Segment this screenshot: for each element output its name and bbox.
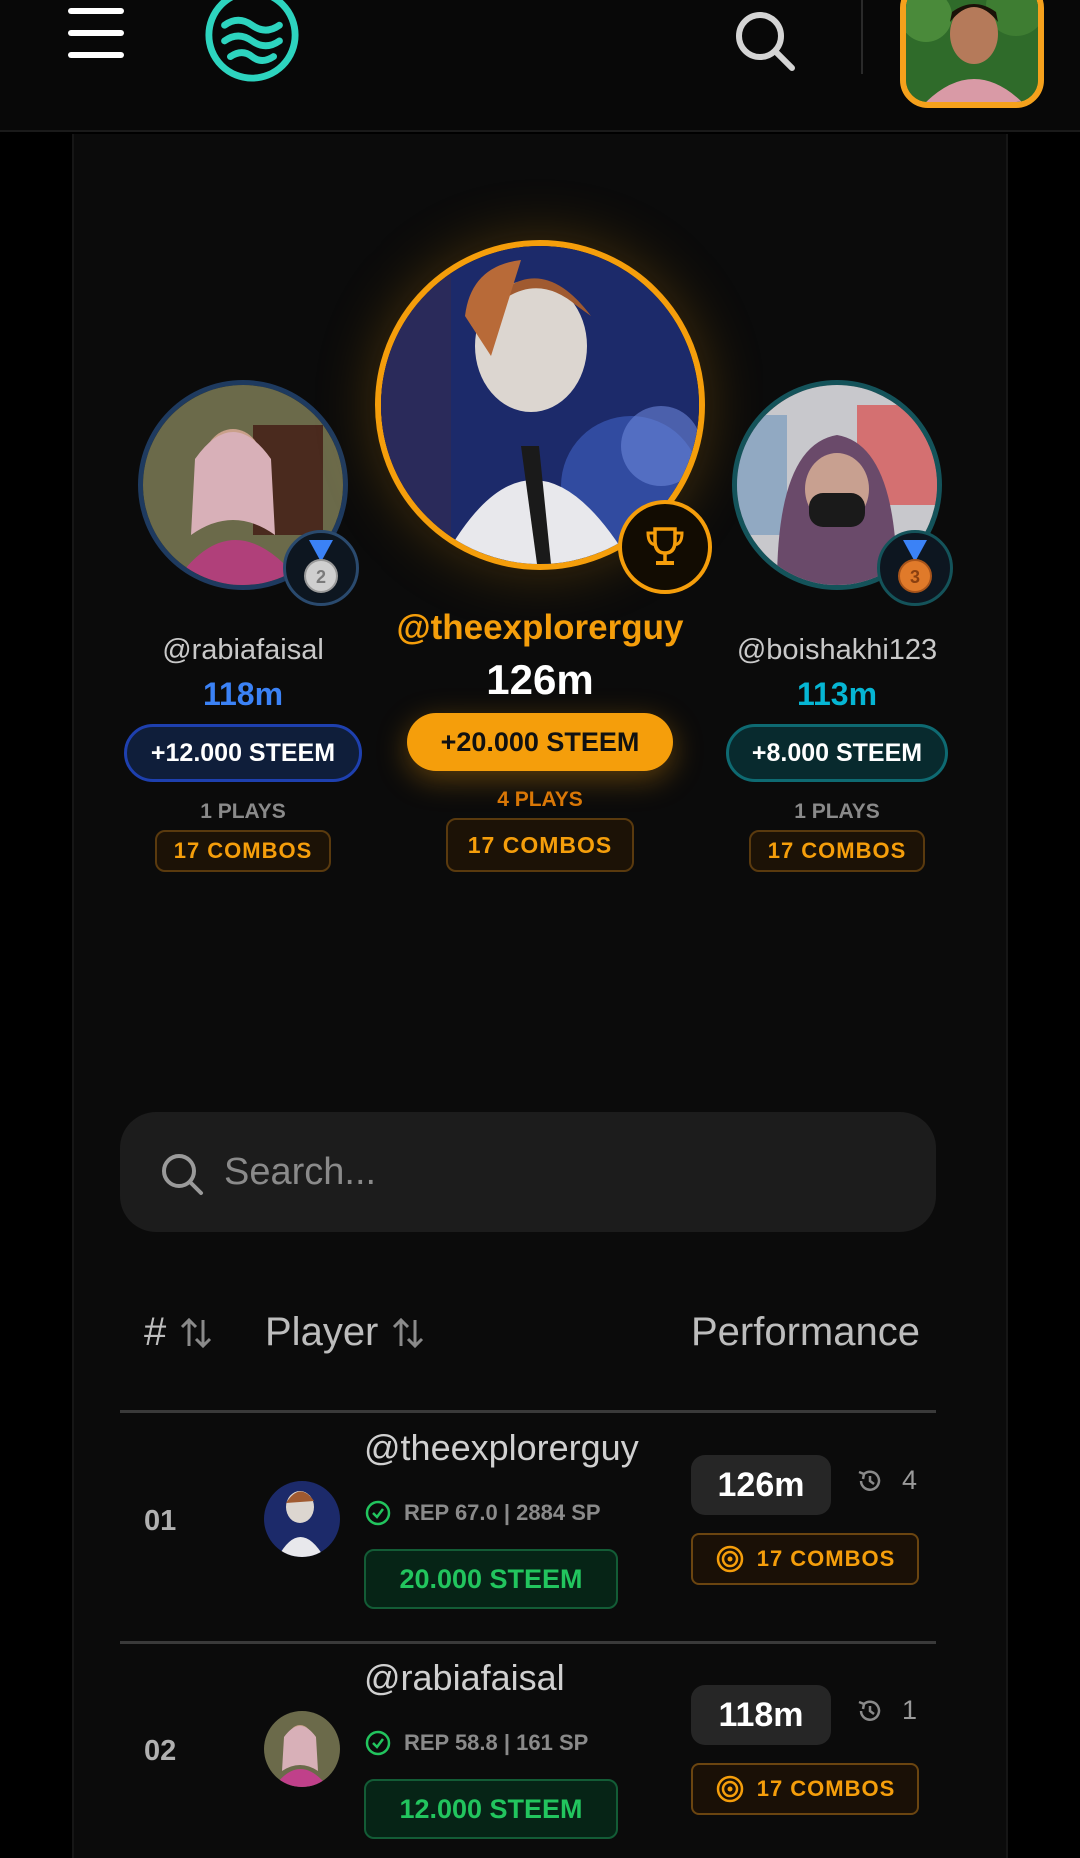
row-combos: 17 COMBOS (691, 1533, 919, 1585)
column-performance-label: Performance (691, 1310, 920, 1354)
verified-check-icon (365, 1500, 391, 1526)
verified-check-icon (365, 1730, 391, 1756)
top-header (0, 0, 1080, 132)
podium-second-combos: 17 COMBOS (155, 830, 331, 872)
table-row[interactable]: 01 @theexplorerguy REP 67.0 | 2884 SP 20… (120, 1413, 936, 1643)
podium-first-reward: +20.000 STEEM (407, 713, 673, 771)
row-username[interactable]: @rabiafaisal (364, 1657, 565, 1699)
column-rank-label: # (144, 1310, 167, 1354)
podium-second-score: 118m (202, 676, 284, 712)
podium-first-plays: 4 PLAYS (497, 788, 583, 811)
row-username[interactable]: @theexplorerguy (364, 1427, 639, 1469)
row-plays-count: 1 (902, 1695, 918, 1725)
row-score: 126m (691, 1455, 831, 1515)
podium-third-reward: +8.000 STEEM (726, 724, 948, 782)
history-icon (858, 1699, 881, 1721)
user-avatar[interactable] (900, 0, 1044, 108)
search-input[interactable] (224, 1142, 904, 1202)
column-rank-header[interactable]: # (144, 1310, 212, 1355)
podium-first-username[interactable]: @theexplorerguy (390, 608, 690, 648)
row-plays-count: 4 (902, 1465, 918, 1495)
row-rank: 02 (144, 1735, 177, 1767)
leaderboard-search (120, 1112, 936, 1232)
row-avatar[interactable] (264, 1481, 340, 1557)
row-reward: 12.000 STEEM (364, 1779, 618, 1839)
silver-medal-number: 2 (316, 567, 326, 587)
row-combos: 17 COMBOS (691, 1763, 919, 1815)
podium-third-combos: 17 COMBOS (749, 830, 925, 872)
podium-second-plays: 1 PLAYS (200, 800, 286, 823)
row-plays: 1 (856, 1695, 917, 1726)
column-performance-header: Performance (691, 1310, 920, 1355)
target-icon (716, 1775, 743, 1803)
podium-first-combos: 17 COMBOS (446, 818, 634, 872)
podium-third-plays: 1 PLAYS (794, 800, 880, 823)
podium-third-score: 113m (796, 676, 878, 712)
bronze-medal-number: 3 (910, 567, 920, 587)
trophy-icon (618, 500, 712, 594)
row-reputation: REP 67.0 | 2884 SP (364, 1499, 601, 1527)
row-combos-text: 17 COMBOS (756, 1546, 896, 1571)
hamburger-menu-icon[interactable] (68, 8, 124, 60)
row-reputation: REP 58.8 | 161 SP (364, 1729, 588, 1757)
row-rep-text: REP 67.0 | 2884 SP (404, 1500, 601, 1525)
bronze-medal-icon: 3 (877, 530, 953, 606)
row-score: 118m (691, 1685, 831, 1745)
row-reward: 20.000 STEEM (364, 1549, 618, 1609)
row-rank: 01 (144, 1505, 177, 1537)
row-combos-text: 17 COMBOS (756, 1776, 896, 1801)
search-icon (162, 1154, 203, 1195)
history-icon (858, 1469, 881, 1491)
target-icon (716, 1545, 743, 1573)
row-plays: 4 (856, 1465, 917, 1496)
waves-logo-icon[interactable] (203, 0, 301, 84)
table-row[interactable]: 02 @rabiafaisal REP 58.8 | 161 SP 12.000… (120, 1643, 936, 1858)
row-rep-text: REP 58.8 | 161 SP (404, 1730, 589, 1755)
search-icon[interactable] (734, 10, 796, 72)
column-player-label: Player (265, 1310, 379, 1354)
podium-second-reward: +12.000 STEEM (124, 724, 362, 782)
silver-medal-icon: 2 (283, 530, 359, 606)
sort-icon (181, 1317, 212, 1348)
sort-icon (393, 1317, 424, 1348)
podium-first-score: 126m (486, 656, 594, 703)
header-divider (861, 0, 863, 74)
podium-second-username[interactable]: @rabiafaisal (93, 634, 393, 667)
row-avatar[interactable] (264, 1711, 340, 1787)
podium-third-username[interactable]: @boishakhi123 (687, 634, 987, 667)
column-player-header[interactable]: Player (265, 1310, 424, 1355)
